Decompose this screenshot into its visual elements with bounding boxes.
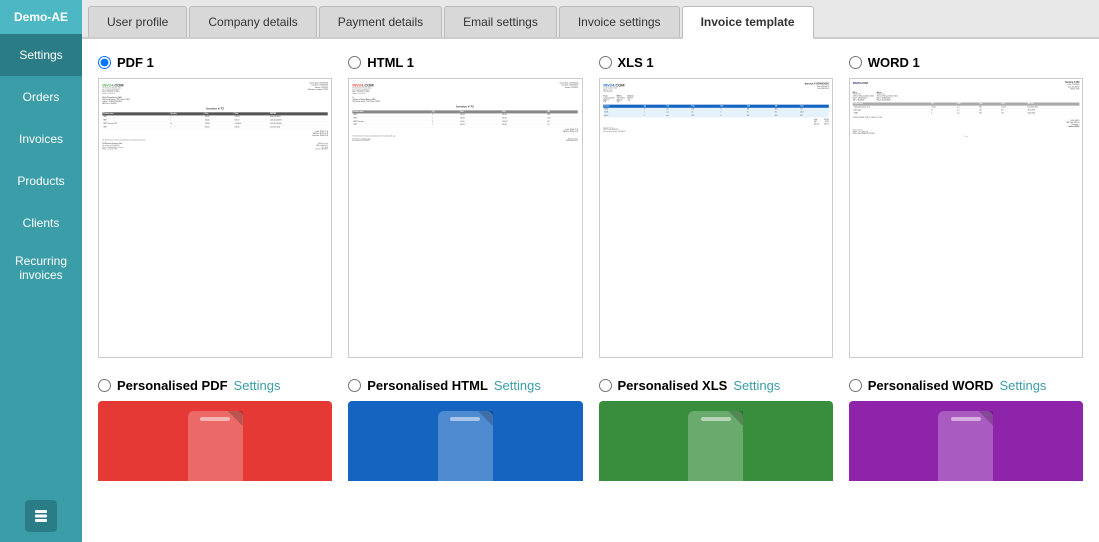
template-option-pdf1: PDF 1 INV24.COM INV 24 internet Solution…	[98, 55, 332, 358]
personalised-thumb-word[interactable]	[849, 401, 1083, 481]
template-preview-html1[interactable]: INV24.COM INV 24 internet Solutions bvba…	[348, 78, 582, 358]
personalised-radio-html[interactable]	[348, 379, 361, 392]
personalised-thumb-html[interactable]	[348, 401, 582, 481]
tabs-bar: User profile Company details Payment det…	[82, 0, 1099, 39]
sidebar-demo-label: Demo-AE	[0, 0, 82, 34]
template-label-word1: WORD 1	[849, 55, 920, 70]
personalised-settings-html[interactable]: Settings	[494, 378, 541, 393]
sidebar-item-orders[interactable]: Orders	[0, 76, 82, 118]
personalised-settings-pdf[interactable]: Settings	[234, 378, 281, 393]
personalised-row: Personalised PDF Settings Personalised H…	[98, 378, 1083, 481]
personalised-radio-pdf[interactable]	[98, 379, 111, 392]
word-doc-shape	[938, 411, 993, 481]
personalised-settings-word[interactable]: Settings	[999, 378, 1046, 393]
tab-invoice-settings[interactable]: Invoice settings	[559, 6, 680, 37]
xls-doc-corner	[728, 411, 743, 426]
personalised-radio-word[interactable]	[849, 379, 862, 392]
tab-company-details[interactable]: Company details	[189, 6, 316, 37]
template-option-word1: WORD 1 INV24.COM Service # 200 Date: 21/…	[849, 55, 1083, 358]
template-radio-pdf1[interactable]	[98, 56, 111, 69]
template-preview-word1[interactable]: INV24.COM Service # 200 Date: 21/11/2018…	[849, 78, 1083, 358]
template-options-row: PDF 1 INV24.COM INV 24 internet Solution…	[98, 55, 1083, 358]
template-radio-word1[interactable]	[849, 56, 862, 69]
tab-user-profile[interactable]: User profile	[88, 6, 187, 37]
personalised-name-word: Personalised WORD	[868, 378, 994, 393]
personalised-label-html: Personalised HTML Settings	[348, 378, 582, 393]
personalised-option-word: Personalised WORD Settings	[849, 378, 1083, 481]
template-radio-html1[interactable]	[348, 56, 361, 69]
personalised-label-pdf: Personalised PDF Settings	[98, 378, 332, 393]
personalised-label-word: Personalised WORD Settings	[849, 378, 1083, 393]
word-doc-corner	[978, 411, 993, 426]
template-label-html1: HTML 1	[348, 55, 414, 70]
pdf-doc-shape	[188, 411, 243, 481]
html-doc-corner	[478, 411, 493, 426]
sidebar: Demo-AE Settings Orders Invoices Product…	[0, 0, 82, 542]
xls-doc-shape	[688, 411, 743, 481]
template-name-word1: WORD 1	[868, 55, 920, 70]
sidebar-item-settings[interactable]: Settings	[0, 34, 82, 76]
template-option-xls1: XLS 1 INV24.COM Some Business NameAddres…	[599, 55, 833, 358]
main-area: User profile Company details Payment det…	[82, 0, 1099, 542]
personalised-settings-xls[interactable]: Settings	[733, 378, 780, 393]
personalised-name-pdf: Personalised PDF	[117, 378, 228, 393]
tab-payment-details[interactable]: Payment details	[319, 6, 442, 37]
template-name-xls1: XLS 1	[618, 55, 654, 70]
template-option-html1: HTML 1 INV24.COM INV 24 internet Solutio…	[348, 55, 582, 358]
personalised-name-html: Personalised HTML	[367, 378, 488, 393]
personalised-thumb-pdf[interactable]	[98, 401, 332, 481]
personalised-label-xls: Personalised XLS Settings	[599, 378, 833, 393]
template-name-pdf1: PDF 1	[117, 55, 154, 70]
sidebar-item-invoices[interactable]: Invoices	[0, 118, 82, 160]
personalised-thumb-xls[interactable]	[599, 401, 833, 481]
personalised-option-pdf: Personalised PDF Settings	[98, 378, 332, 481]
sidebar-action-button[interactable]	[25, 500, 57, 532]
template-preview-pdf1[interactable]: INV24.COM INV 24 internet Solutions bvba…	[98, 78, 332, 358]
personalised-option-xls: Personalised XLS Settings	[599, 378, 833, 481]
template-name-html1: HTML 1	[367, 55, 414, 70]
html-doc-shape	[438, 411, 493, 481]
sidebar-item-clients[interactable]: Clients	[0, 202, 82, 244]
sidebar-item-products[interactable]: Products	[0, 160, 82, 202]
template-label-pdf1: PDF 1	[98, 55, 154, 70]
personalised-name-xls: Personalised XLS	[618, 378, 728, 393]
template-preview-xls1[interactable]: INV24.COM Some Business NameAddress Line…	[599, 78, 833, 358]
sidebar-bottom	[0, 490, 82, 542]
content-area: PDF 1 INV24.COM INV 24 internet Solution…	[82, 39, 1099, 542]
personalised-radio-xls[interactable]	[599, 379, 612, 392]
template-radio-xls1[interactable]	[599, 56, 612, 69]
template-label-xls1: XLS 1	[599, 55, 654, 70]
tab-email-settings[interactable]: Email settings	[444, 6, 557, 37]
sidebar-item-recurring[interactable]: Recurring invoices	[0, 244, 82, 292]
personalised-option-html: Personalised HTML Settings	[348, 378, 582, 481]
pdf-doc-corner	[228, 411, 243, 426]
tab-invoice-template[interactable]: Invoice template	[682, 6, 814, 39]
